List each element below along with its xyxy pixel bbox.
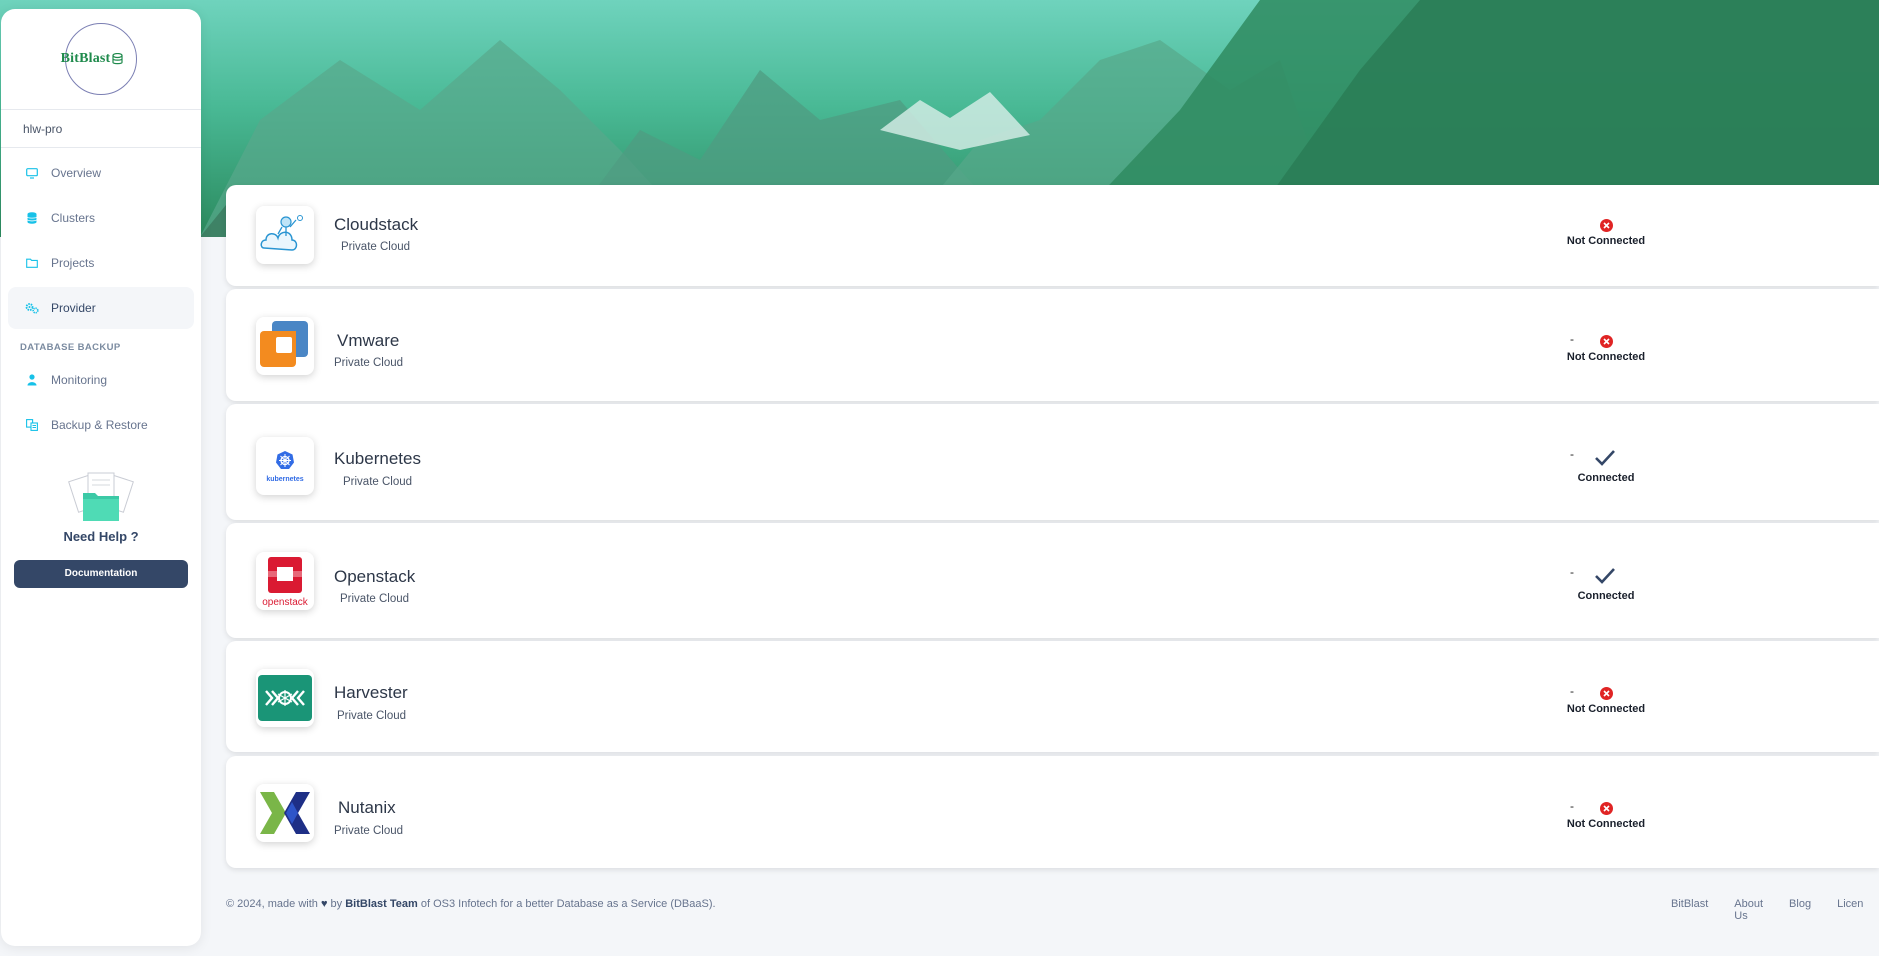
kubernetes-logo-text: kubernetes xyxy=(266,475,304,483)
sidebar-item-label: Backup & Restore xyxy=(51,418,148,432)
openstack-logo-text: openstack xyxy=(262,596,308,608)
harvester-logo-icon xyxy=(256,669,314,727)
provider-card-vmware[interactable]: Vmware Private Cloud - Not Connected xyxy=(226,289,1879,401)
help-title: Need Help ? xyxy=(63,529,139,544)
sidebar-item-label: Provider xyxy=(51,301,96,315)
connection-status: - Not Connected xyxy=(1546,332,1666,363)
provider-card-kubernetes[interactable]: kubernetes Kubernetes Private Cloud - Co… xyxy=(226,404,1879,520)
provider-name: Openstack xyxy=(334,567,416,586)
folder-icon xyxy=(25,256,39,270)
footer-link-about-us[interactable]: About Us xyxy=(1734,898,1763,922)
provider-type: Private Cloud xyxy=(334,825,404,837)
provider-list: Cloudstack Private Cloud Not Connected V… xyxy=(226,185,1879,883)
section-title: DATABASE BACKUP xyxy=(20,342,121,353)
status-text: Not Connected xyxy=(1566,235,1646,247)
vmware-logo-icon xyxy=(256,317,314,375)
sidebar-item-projects[interactable]: Projects xyxy=(8,242,194,284)
connection-status: - Connected xyxy=(1546,565,1666,602)
status-text: Not Connected xyxy=(1566,703,1646,715)
documentation-button[interactable]: Documentation xyxy=(14,560,188,588)
project-name: hlw-pro xyxy=(23,121,63,136)
provider-card-cloudstack[interactable]: Cloudstack Private Cloud Not Connected xyxy=(226,185,1879,286)
cloudstack-logo-icon xyxy=(256,206,314,264)
logo-area: BitBlast xyxy=(1,9,201,110)
footer-link-license[interactable]: Licen xyxy=(1837,898,1863,922)
brand-name: BitBlast xyxy=(60,51,111,66)
sidebar-item-monitoring[interactable]: Monitoring xyxy=(8,359,194,401)
connection-status: - Not Connected xyxy=(1546,684,1666,715)
sidebar-item-provider[interactable]: Provider xyxy=(8,287,194,329)
sidebar-nav: Overview Clusters Projects Provider xyxy=(1,148,201,336)
team-link[interactable]: BitBlast Team xyxy=(345,898,418,910)
not-connected-icon xyxy=(1599,687,1613,700)
sidebar-item-label: Clusters xyxy=(51,211,96,225)
status-dash: - xyxy=(1570,799,1574,813)
footer-link-blog[interactable]: Blog xyxy=(1789,898,1811,922)
database-icon xyxy=(25,211,39,225)
status-text: Not Connected xyxy=(1566,351,1646,363)
backup-nav: Monitoring Backup & Restore xyxy=(1,359,201,453)
footer-link-bitblast[interactable]: BitBlast xyxy=(1671,898,1708,922)
sidebar-item-label: Monitoring xyxy=(51,373,108,387)
status-text: Connected xyxy=(1577,590,1635,602)
brand-logo[interactable]: BitBlast xyxy=(61,23,137,95)
not-connected-icon xyxy=(1599,335,1613,348)
provider-type: Private Cloud xyxy=(334,357,404,369)
check-icon xyxy=(1595,450,1615,466)
provider-name: Kubernetes xyxy=(334,449,421,468)
provider-card-nutanix[interactable]: Nutanix Private Cloud - Not Connected xyxy=(226,756,1879,868)
kubernetes-logo-icon: kubernetes xyxy=(256,437,314,495)
heart-icon: ♥ xyxy=(320,898,328,910)
openstack-logo-icon: openstack xyxy=(256,552,314,610)
copyright-suffix: of OS3 Infotech for a better Database as… xyxy=(420,898,716,910)
footer-links: BitBlast About Us Blog Licen xyxy=(1671,898,1879,922)
sidebar-item-label: Projects xyxy=(51,256,95,270)
provider-type: Private Cloud xyxy=(341,241,411,253)
status-text: Connected xyxy=(1577,472,1635,484)
nutanix-logo-icon xyxy=(256,784,314,842)
status-dash: - xyxy=(1570,565,1574,579)
provider-name: Cloudstack xyxy=(334,215,419,234)
status-dash: - xyxy=(1570,447,1574,461)
not-connected-icon xyxy=(1599,802,1613,815)
provider-name: Harvester xyxy=(334,683,408,702)
provider-name: Vmware xyxy=(337,331,400,350)
provider-card-harvester[interactable]: Harvester Private Cloud - Not Connected xyxy=(226,641,1879,752)
sidebar-item-label: Overview xyxy=(51,166,102,180)
copyright-prefix: © 2024, made with xyxy=(226,898,318,910)
provider-type: Private Cloud xyxy=(337,710,407,722)
provider-card-openstack[interactable]: openstack Openstack Private Cloud - Conn… xyxy=(226,523,1879,638)
copyright-by: by xyxy=(330,898,343,910)
provider-type: Private Cloud xyxy=(340,593,410,605)
provider-name: Nutanix xyxy=(338,798,396,817)
backup-icon xyxy=(25,418,39,432)
provider-type: Private Cloud xyxy=(343,476,413,488)
footer: © 2024, made with ♥ by BitBlast Team of … xyxy=(226,898,1879,922)
check-icon xyxy=(1595,568,1615,584)
user-icon xyxy=(25,373,39,387)
connection-status: - Not Connected xyxy=(1546,799,1666,830)
status-dash: - xyxy=(1570,684,1574,698)
project-selector[interactable]: hlw-pro xyxy=(1,110,201,148)
sidebar-item-clusters[interactable]: Clusters xyxy=(8,197,194,239)
gears-icon xyxy=(25,301,39,315)
status-text: Not Connected xyxy=(1566,818,1646,830)
database-logo-icon xyxy=(112,53,124,65)
copyright: © 2024, made with ♥ by BitBlast Team of … xyxy=(226,898,716,910)
help-card: Need Help ? Documentation xyxy=(1,471,201,588)
status-dash: - xyxy=(1570,332,1574,346)
sidebar: BitBlast hlw-pro Overview Clusters Proje… xyxy=(1,9,201,946)
connection-status: Not Connected xyxy=(1546,219,1666,247)
folder-documents-icon xyxy=(61,471,141,523)
connection-status: - Connected xyxy=(1546,447,1666,484)
sidebar-item-backup-restore[interactable]: Backup & Restore xyxy=(8,404,194,446)
not-connected-icon xyxy=(1599,219,1613,232)
monitor-icon xyxy=(25,166,39,180)
sidebar-item-overview[interactable]: Overview xyxy=(8,152,194,194)
